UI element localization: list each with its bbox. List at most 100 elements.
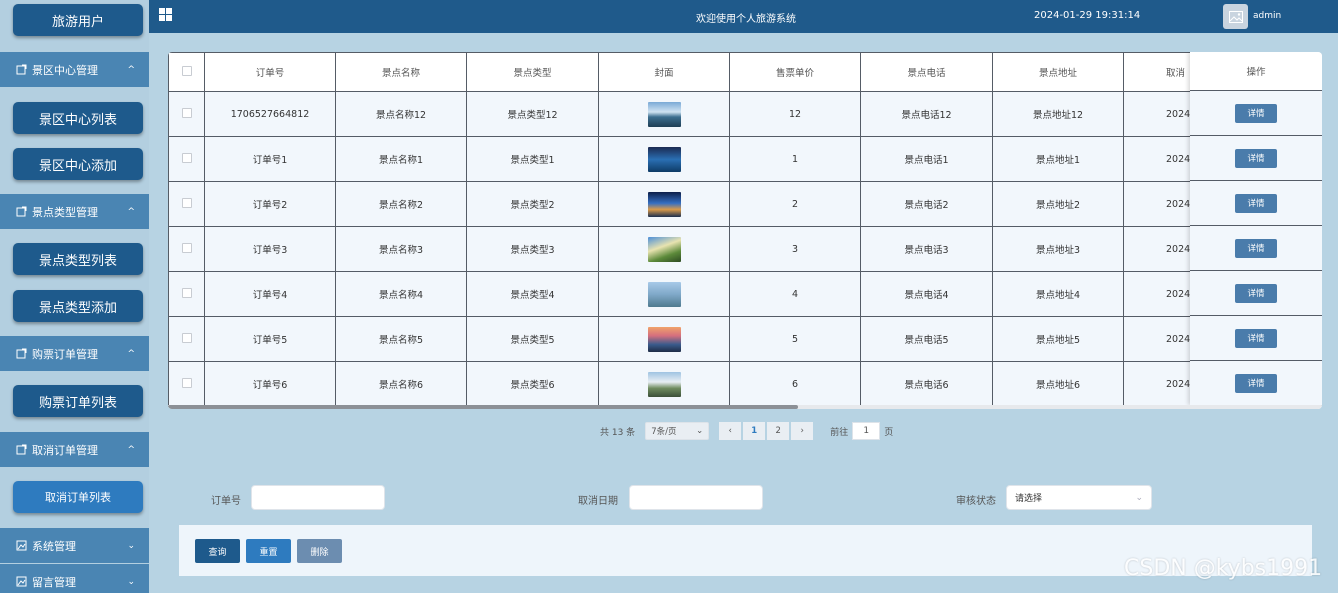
- operation-cell: 详情: [1190, 271, 1322, 316]
- sidebar-item-type-list[interactable]: 景点类型列表: [13, 243, 143, 275]
- row-checkbox[interactable]: [168, 181, 205, 227]
- delete-button[interactable]: 删除: [297, 539, 342, 563]
- order-number-cell: 订单号2: [204, 181, 336, 227]
- row-checkbox[interactable]: [168, 136, 205, 182]
- page-button-1[interactable]: 1: [743, 422, 766, 440]
- column-header: 售票单价: [729, 52, 861, 92]
- phone-cell: 景点电话3: [860, 226, 993, 272]
- column-header: 订单号: [204, 52, 336, 92]
- detail-button[interactable]: 详情: [1235, 193, 1277, 213]
- sidebar-group-label: 景点类型管理: [32, 205, 98, 219]
- table-row[interactable]: 1706527664812 景点名称12 景点类型12 12 景点电话12 景点地址12 2…: [168, 91, 1255, 137]
- column-header: 景点电话: [860, 52, 993, 92]
- phone-cell: 景点电话6: [860, 361, 993, 407]
- user-menu-button[interactable]: 旅游用户: [13, 4, 143, 36]
- grid-menu-icon[interactable]: [159, 8, 172, 21]
- detail-button[interactable]: 详情: [1235, 103, 1277, 123]
- cover-cell: [598, 271, 730, 317]
- order-number-cell: 订单号3: [204, 226, 336, 272]
- sidebar-item-type-add[interactable]: 景点类型添加: [13, 290, 143, 322]
- detail-button[interactable]: 详情: [1235, 328, 1277, 348]
- table-row[interactable]: 订单号2 景点名称2 景点类型2 2 景点电话2 景点地址2 2024-(: [168, 181, 1255, 227]
- table-row[interactable]: 订单号1 景点名称1 景点类型1 1 景点电话1 景点地址1 2024-(: [168, 136, 1255, 182]
- operation-cell: 详情: [1190, 361, 1322, 406]
- table-row[interactable]: 订单号3 景点名称3 景点类型3 3 景点电话3 景点地址3 2024-(: [168, 226, 1255, 272]
- detail-button[interactable]: 详情: [1235, 373, 1277, 393]
- cancel-date-input[interactable]: [629, 485, 763, 510]
- spot-type-cell: 景点类型12: [466, 91, 599, 137]
- prev-page-button[interactable]: ‹: [719, 422, 742, 440]
- sidebar-item-scenic-list[interactable]: 景区中心列表: [13, 102, 143, 134]
- address-cell: 景点地址12: [992, 91, 1124, 137]
- address-cell: 景点地址2: [992, 181, 1124, 227]
- next-page-button[interactable]: ›: [791, 422, 814, 440]
- horizontal-scrollbar[interactable]: [168, 405, 1322, 409]
- table-row[interactable]: 订单号5 景点名称5 景点类型5 5 景点电话5 景点地址5 2024-(: [168, 316, 1255, 362]
- cover-cell: [598, 136, 730, 182]
- sidebar-group-cancel-orders[interactable]: 取消订单管理 ^: [0, 432, 149, 467]
- cover-image: [647, 191, 681, 217]
- sidebar-item-ticket-list[interactable]: 购票订单列表: [13, 385, 143, 417]
- row-checkbox[interactable]: [168, 226, 205, 272]
- chevron-up-icon: ^: [127, 206, 135, 217]
- cover-cell: [598, 181, 730, 227]
- order-number-label: 订单号: [211, 496, 241, 507]
- chevron-down-icon: ⌄: [696, 426, 704, 436]
- row-checkbox[interactable]: [168, 91, 205, 137]
- sidebar-group-system[interactable]: 系统管理 ⌄: [0, 528, 149, 563]
- operation-cell: 详情: [1190, 136, 1322, 181]
- sidebar-group-messages[interactable]: 留言管理 ⌄: [0, 564, 149, 593]
- price-cell: 2: [729, 181, 861, 227]
- spot-name-cell: 景点名称6: [335, 361, 467, 407]
- goto-label: 前往: [830, 427, 849, 438]
- sidebar-item-cancel-list[interactable]: 取消订单列表: [13, 481, 143, 513]
- chevron-up-icon: ^: [127, 444, 135, 455]
- avatar[interactable]: [1223, 4, 1248, 29]
- operations-column: 操作 详情 详情 详情 详情 详情 详情 详情: [1190, 52, 1322, 406]
- sidebar-group-spot-type[interactable]: 景点类型管理 ^: [0, 194, 149, 229]
- cover-cell: [598, 316, 730, 362]
- review-status-select[interactable]: 请选择 ⌄: [1006, 485, 1152, 510]
- row-checkbox[interactable]: [168, 316, 205, 362]
- row-checkbox[interactable]: [168, 361, 205, 407]
- phone-cell: 景点电话5: [860, 316, 993, 362]
- price-cell: 4: [729, 271, 861, 317]
- operation-cell: 详情: [1190, 226, 1322, 271]
- sidebar-group-scenic-center[interactable]: 景区中心管理 ^: [0, 52, 149, 87]
- table-row[interactable]: 订单号4 景点名称4 景点类型4 4 景点电话4 景点地址4 2024-(: [168, 271, 1255, 317]
- username[interactable]: admin: [1253, 11, 1281, 21]
- order-number-cell: 订单号6: [204, 361, 336, 407]
- order-number-input[interactable]: [251, 485, 385, 510]
- detail-button[interactable]: 详情: [1235, 148, 1277, 168]
- select-all-checkbox[interactable]: [168, 52, 205, 92]
- sidebar: 旅游用户 景区中心管理 ^ 景区中心列表 景区中心添加 景点类型管理 ^ 景点类…: [0, 0, 149, 593]
- table-row[interactable]: 订单号6 景点名称6 景点类型6 6 景点电话6 景点地址6 2024-(: [168, 361, 1255, 407]
- phone-cell: 景点电话12: [860, 91, 993, 137]
- goto-page-input[interactable]: 1: [852, 422, 881, 440]
- orders-table-panel: 订单号 景点名称 景点类型 封面 售票单价 景点电话 景点地址 取消 17065…: [168, 52, 1322, 409]
- cover-image: [647, 236, 681, 262]
- column-header: 操作: [1190, 52, 1322, 91]
- sidebar-group-ticket-orders[interactable]: 购票订单管理 ^: [0, 336, 149, 371]
- query-button[interactable]: 查询: [195, 539, 240, 563]
- reset-button[interactable]: 重置: [246, 539, 291, 563]
- cover-image: [647, 281, 681, 307]
- spot-name-cell: 景点名称12: [335, 91, 467, 137]
- image-icon: [15, 540, 27, 552]
- sidebar-group-label: 系统管理: [32, 539, 76, 553]
- price-cell: 3: [729, 226, 861, 272]
- scrollbar-thumb[interactable]: [168, 405, 798, 409]
- spot-name-cell: 景点名称5: [335, 316, 467, 362]
- total-count: 共 13 条: [600, 427, 636, 438]
- spot-type-cell: 景点类型1: [466, 136, 599, 182]
- price-cell: 12: [729, 91, 861, 137]
- sidebar-item-scenic-add[interactable]: 景区中心添加: [13, 148, 143, 180]
- cover-cell: [598, 226, 730, 272]
- column-header: 景点名称: [335, 52, 467, 92]
- page-button-2[interactable]: 2: [767, 422, 790, 440]
- detail-button[interactable]: 详情: [1235, 283, 1277, 303]
- page-size-select[interactable]: 7条/页 ⌄: [645, 422, 710, 440]
- row-checkbox[interactable]: [168, 271, 205, 317]
- detail-button[interactable]: 详情: [1235, 238, 1277, 258]
- column-header: 景点地址: [992, 52, 1124, 92]
